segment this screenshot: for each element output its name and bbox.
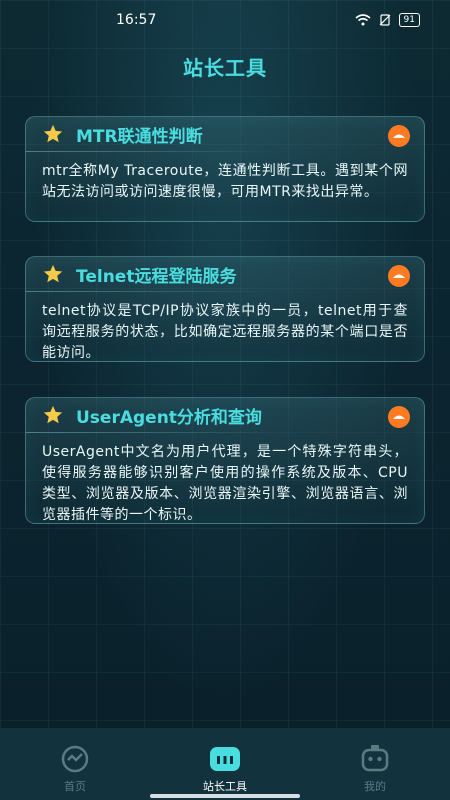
status-icons: 91 [355,13,420,27]
tab-label: 站长工具 [203,780,247,793]
robot-icon [361,745,389,772]
card-description: mtr全称My Traceroute，连通性判断工具。遇到某个网站无法访问或访问… [42,163,408,200]
expand-toggle-icon[interactable] [388,265,410,287]
card-title: MTR联通性判断 [76,126,203,147]
tab-label: 我的 [364,780,386,793]
tab-profile[interactable]: 我的 [325,728,425,794]
card-description: telnet协议是TCP/IP协议家族中的一员，telnet用于查询远程服务的状… [42,303,408,361]
card-useragent[interactable]: UserAgent分析和查询 UserAgent中文名为用户代理，是一个特殊字符… [25,397,425,524]
star-icon [43,264,63,283]
battery-indicator: 91 [398,13,420,27]
card-telnet[interactable]: Telnet远程登陆服务 telnet协议是TCP/IP协议家族中的一员，tel… [25,256,425,362]
status-time: 16:57 [116,12,157,28]
page-title: 站长工具 [183,56,267,80]
chart-circle-icon [61,745,89,773]
card-description: UserAgent中文名为用户代理，是一个特殊字符串头，使得服务器能够识别客户使… [42,444,408,523]
star-icon [43,124,63,143]
tab-home[interactable]: 首页 [25,728,125,794]
card-header: MTR联通性判断 [26,117,424,152]
card-header: UserAgent分析和查询 [26,398,424,433]
card-header: Telnet远程登陆服务 [26,257,424,292]
card-mtr[interactable]: MTR联通性判断 mtr全称My Traceroute，连通性判断工具。遇到某个… [25,116,425,222]
bottom-tab-bar: 首页 站长工具 我的 [0,728,450,800]
star-icon [43,405,63,424]
status-bar: 16:57 91 [0,0,450,40]
sim-off-icon [379,14,390,26]
card-title: UserAgent分析和查询 [76,407,262,428]
wifi-icon [355,14,371,26]
tab-label: 首页 [64,780,86,793]
home-indicator[interactable] [150,794,300,798]
expand-toggle-icon[interactable] [388,125,410,147]
card-title: Telnet远程登陆服务 [76,266,237,287]
tab-tools[interactable]: 站长工具 [175,728,275,794]
toolbox-icon [210,747,240,771]
expand-toggle-icon[interactable] [388,406,410,428]
